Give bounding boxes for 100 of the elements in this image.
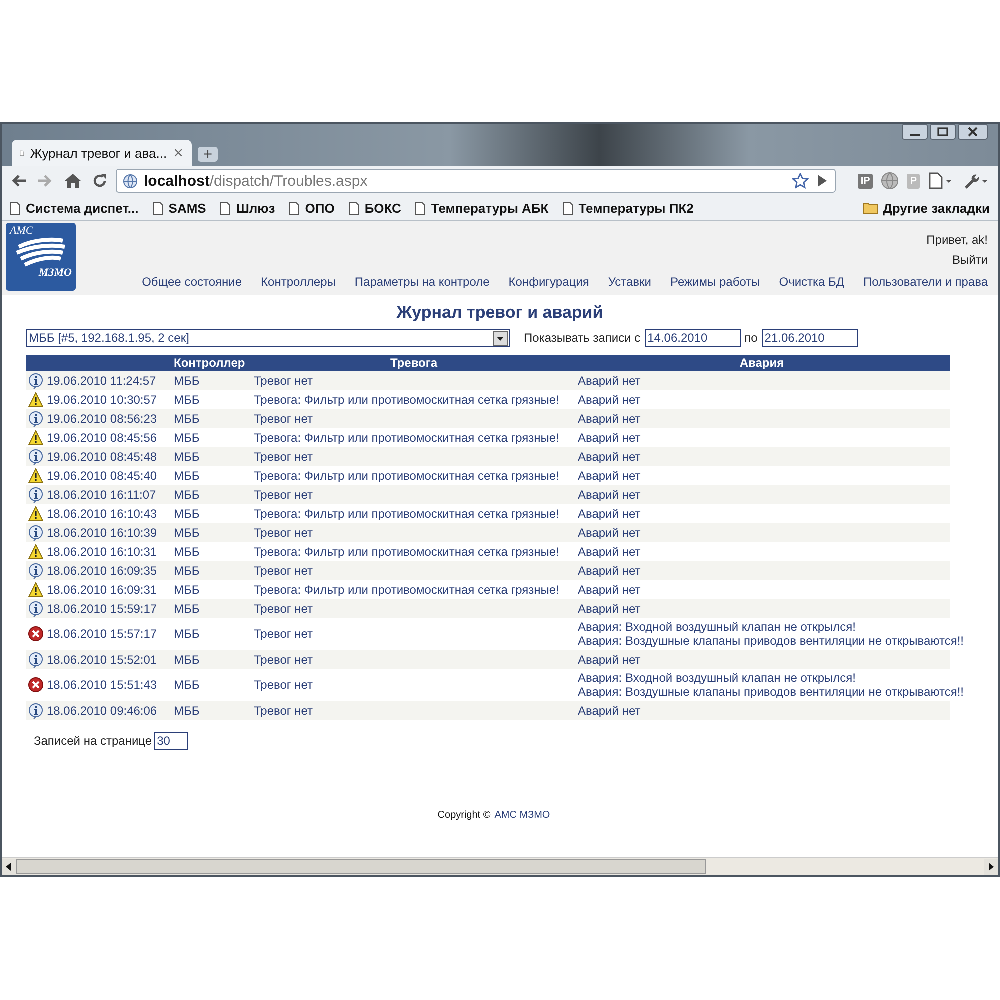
- tab-close-button[interactable]: ×: [173, 146, 184, 160]
- table-cell-text: Аварий нет: [578, 704, 642, 718]
- table-cell-text: МББ: [174, 488, 201, 502]
- table-cell: 18.06.2010 15:52:01: [47, 652, 158, 666]
- table-cell-text: МББ: [174, 602, 201, 616]
- nav-link[interactable]: Режимы работы: [670, 275, 760, 289]
- browser-tab[interactable]: Журнал тревог и ава... ×: [12, 140, 192, 166]
- nav-link[interactable]: Конфигурация: [508, 275, 590, 289]
- table-cell-text: Тревог нет: [254, 488, 314, 502]
- column-header: Контроллер: [174, 356, 246, 370]
- info-icon: [28, 410, 44, 426]
- filter-label: по: [744, 331, 758, 345]
- nav-link[interactable]: Уставки: [608, 275, 652, 289]
- bookmark[interactable]: Температуры ПК2: [562, 200, 694, 216]
- company-link[interactable]: АМС МЗМО: [494, 810, 550, 821]
- table-cell-text: Аварий нет: [578, 526, 642, 540]
- date-to-field[interactable]: 21.06.2010: [762, 329, 858, 347]
- table-cell-text: Аварий нет: [578, 652, 642, 666]
- info-icon: [28, 486, 44, 502]
- warning-icon: [28, 506, 44, 522]
- nav-link[interactable]: Очистка БД: [779, 275, 845, 289]
- new-tab-button[interactable]: +: [198, 147, 218, 162]
- greeting-text: Привет, ak!: [926, 233, 988, 247]
- page-icon: [415, 202, 426, 214]
- table-cell-text: Тревог нет: [254, 627, 314, 641]
- table-cell-text: МББ: [174, 392, 201, 406]
- reload-icon[interactable]: [92, 173, 108, 189]
- date-from-field[interactable]: 14.06.2010: [644, 329, 741, 347]
- copyright-text: Copyright ©: [438, 810, 491, 821]
- logout-link[interactable]: Выйти: [952, 253, 988, 267]
- table-cell: 19.06.2010 08:56:23: [47, 412, 158, 426]
- star-icon[interactable]: [792, 173, 809, 189]
- close-icon[interactable]: [958, 124, 988, 140]
- info-icon: [28, 372, 44, 388]
- logo[interactable]: АМС МЗМО: [6, 223, 76, 291]
- bookmark[interactable]: БОКС: [348, 200, 402, 216]
- filter-label: Показывать записи с: [524, 331, 641, 345]
- other-bookmarks-folder[interactable]: Другие закладки: [863, 200, 990, 216]
- page-icon: [220, 202, 232, 214]
- table-cell-text: Тревога: Фильтр или противомоскитная сетка грязные!: [254, 544, 560, 558]
- page-icon: [152, 202, 164, 214]
- bookmark[interactable]: Система диспет...: [10, 200, 139, 216]
- bookmark[interactable]: ОПО: [289, 200, 335, 216]
- bookmark[interactable]: SAMS: [152, 200, 206, 216]
- table-cell-text: Аварий нет: [578, 392, 642, 406]
- table-cell-text: Тревога: Фильтр или противомоскитная сетка грязные!: [254, 430, 560, 444]
- horizontal-scrollbar[interactable]: [2, 857, 998, 875]
- table-cell-text: Аварий нет: [578, 582, 642, 596]
- table-cell: 18.06.2010 09:46:06: [47, 704, 158, 718]
- url-text: localhost/dispatch/Troubles.aspx: [144, 172, 368, 190]
- logo-text: МЗМО: [38, 267, 72, 279]
- nav-link[interactable]: Параметры на контроле: [354, 275, 490, 289]
- table-cell-text: Аварий нет: [578, 506, 642, 520]
- table-cell-text: Аварий нет: [578, 412, 642, 426]
- table-cell-text: Тревог нет: [254, 412, 314, 426]
- table-cell-text: Аварий нет: [578, 564, 642, 578]
- warning-icon: [28, 582, 44, 598]
- logo-swoosh-drawing: [15, 237, 67, 267]
- extension-button[interactable]: IP: [858, 174, 874, 188]
- table-cell-text: МББ: [174, 506, 201, 520]
- table-cell-text: МББ: [174, 450, 201, 464]
- page-icon: [348, 202, 360, 214]
- back-icon[interactable]: [10, 173, 28, 189]
- warning-icon: [28, 544, 44, 560]
- info-icon: [28, 652, 44, 668]
- nav-link[interactable]: Общее состояние: [142, 275, 242, 289]
- table-cell: Авария: Воздушные клапаны приводов вентиляции не открываются!!: [578, 634, 964, 648]
- warning-icon: [28, 392, 44, 408]
- table-cell-text: Тревог нет: [254, 374, 314, 388]
- controller-select[interactable]: МББ [#5, 192.168.1.95, 2 сек]: [26, 329, 510, 347]
- table-cell: 18.06.2010 15:51:43: [47, 678, 158, 692]
- globe-icon: [123, 174, 138, 188]
- scroll-left-icon[interactable]: [2, 858, 16, 874]
- maximize-icon[interactable]: [930, 124, 956, 140]
- table-cell: 19.06.2010 08:45:40: [47, 468, 158, 482]
- logo-text: АМС: [10, 225, 34, 237]
- bookmark[interactable]: Температуры АБК: [415, 200, 549, 216]
- address-bar[interactable]: localhost/dispatch/Troubles.aspx: [116, 169, 836, 193]
- info-icon: [28, 702, 44, 718]
- page-size-field[interactable]: 30: [154, 732, 188, 750]
- scrollbar-thumb[interactable]: [16, 859, 706, 874]
- page-menu-icon[interactable]: [928, 172, 954, 190]
- table-cell-text: Аварий нет: [578, 602, 642, 616]
- table-cell: 18.06.2010 15:57:17: [47, 627, 158, 641]
- scroll-right-icon[interactable]: [984, 858, 998, 874]
- globe-icon[interactable]: [881, 172, 900, 190]
- table-cell-text: МББ: [174, 564, 201, 578]
- nav-link[interactable]: Контроллеры: [261, 275, 336, 289]
- table-cell: 18.06.2010 15:59:17: [47, 602, 158, 616]
- table-cell-text: Тревог нет: [254, 652, 314, 666]
- folder-icon: [863, 202, 878, 214]
- error-icon: [28, 677, 44, 693]
- table-cell-text: Тревог нет: [254, 678, 314, 692]
- table-cell-text: Тревога: Фильтр или противомоскитная сетка грязные!: [254, 506, 560, 520]
- table-cell-text: Тревог нет: [254, 450, 314, 464]
- table-cell-text: Тревог нет: [254, 564, 314, 578]
- bookmark[interactable]: Шлюз: [220, 200, 276, 216]
- minimize-icon[interactable]: [902, 124, 928, 140]
- nav-link[interactable]: Пользователи и права: [864, 275, 988, 289]
- table-cell: 18.06.2010 16:09:35: [47, 564, 158, 578]
